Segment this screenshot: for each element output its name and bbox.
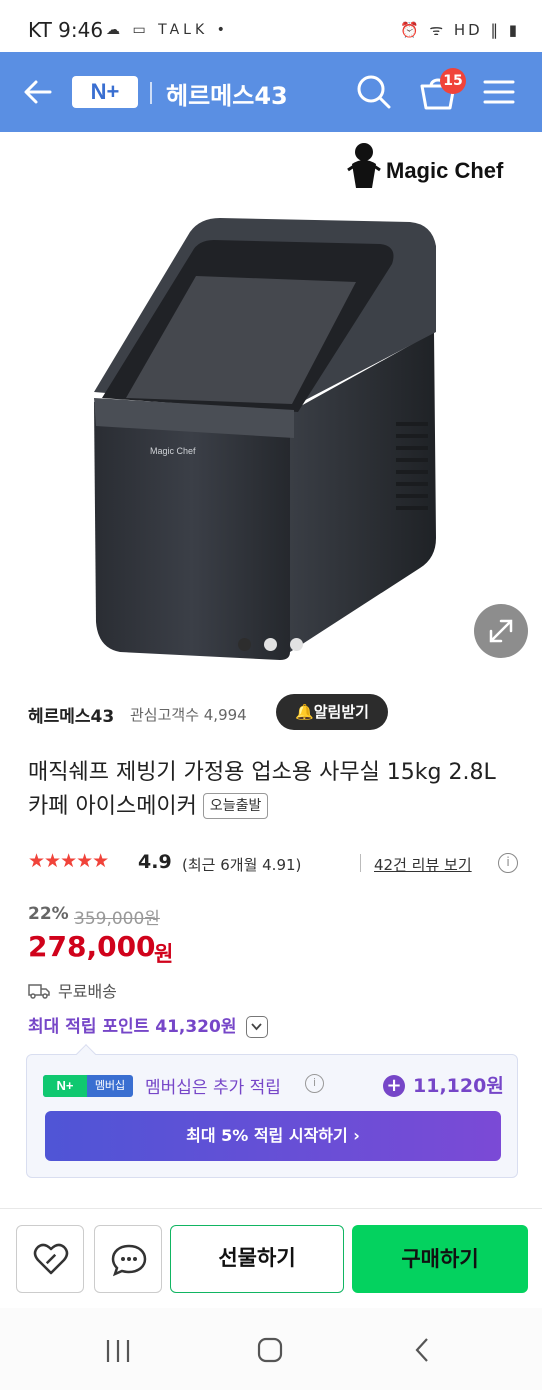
currency-unit: 원: [154, 942, 174, 966]
store-title[interactable]: 헤르메스43: [166, 76, 288, 111]
membership-badge: N+ 멤버십: [43, 1075, 133, 1097]
recent-apps-icon[interactable]: [104, 1338, 132, 1364]
magic-chef-brand-logo: Magic Chef: [347, 143, 504, 188]
system-navigation-bar: [0, 1308, 542, 1390]
truck-icon: [28, 984, 50, 999]
home-icon[interactable]: [256, 1336, 284, 1364]
discount-rate: 22%: [28, 904, 69, 924]
rating-separator: [360, 854, 361, 872]
alarm-button[interactable]: 🔔알림받기: [276, 694, 388, 730]
brand-logo-text: Magic Chef: [386, 158, 504, 183]
card-notch: [76, 1044, 96, 1064]
back-arrow-icon[interactable]: [20, 74, 56, 110]
plus-circle-icon: +: [383, 1075, 405, 1097]
membership-badge-logo: N+: [43, 1075, 87, 1097]
system-icons: ⏰ ᯤ HD ‖ ▮: [399, 21, 520, 39]
ice-maker-image: Magic Chef: [94, 218, 436, 660]
rating-row: ★★★★★ 4.9 (최근 6개월 4.91) 42건 리뷰 보기 i: [28, 848, 518, 878]
sale-price: 278,000: [28, 930, 156, 963]
seller-row: 헤르메스43 관심고객수 4,994 🔔알림받기: [28, 694, 518, 734]
info-icon[interactable]: i: [305, 1074, 324, 1093]
expand-image-button[interactable]: [474, 604, 528, 658]
purchase-action-bar: 선물하기 구매하기: [0, 1208, 542, 1308]
heart-icon: [33, 1243, 69, 1275]
max-points[interactable]: 최대 적립 포인트 41,320원: [28, 1012, 269, 1038]
interest-count: 관심고객수 4,994: [130, 706, 247, 724]
product-image-carousel[interactable]: Magic Chef Magic Chef: [0, 132, 542, 672]
bell-icon: 🔔: [295, 703, 314, 721]
review-link[interactable]: 42건 리뷰 보기: [374, 854, 472, 875]
recent-rating: (최근 6개월 4.91): [182, 856, 302, 874]
back-nav-icon[interactable]: [410, 1336, 434, 1364]
membership-bonus: 11,120원: [413, 1075, 504, 1097]
cart-count-badge: 15: [440, 68, 466, 94]
status-bar: KT 9:46 ☁ ▭ TALK • ⏰ ᯤ HD ‖ ▮: [0, 0, 542, 52]
wishlist-button[interactable]: [16, 1225, 84, 1293]
search-icon[interactable]: [354, 72, 394, 112]
expand-icon: [489, 619, 513, 643]
membership-card: N+ 멤버십 멤버십은 추가 적립 i + 11,120원 최대 5% 적립 시…: [26, 1044, 518, 1178]
shipping-label: 무료배송: [58, 982, 117, 1001]
membership-text: 멤버십은 추가 적립: [145, 1078, 281, 1098]
chat-bubble-icon: [111, 1244, 147, 1277]
carousel-dot[interactable]: [238, 638, 251, 651]
carousel-indicator: [238, 638, 318, 652]
menu-icon[interactable]: [482, 76, 516, 108]
app-header: N+ 헤르메스43 15: [0, 52, 542, 132]
max-points-label: 최대 적립 포인트 41,320원: [28, 1017, 237, 1037]
seller-name[interactable]: 헤르메스43: [28, 702, 114, 727]
alarm-label: 알림받기: [313, 703, 369, 721]
shipping-info: 무료배송: [28, 978, 117, 1002]
talk-button[interactable]: [94, 1225, 162, 1293]
device-brand-print: Magic Chef: [150, 446, 196, 456]
buy-button[interactable]: 구매하기: [352, 1225, 528, 1293]
rating-score: 4.9: [138, 851, 172, 873]
today-shipping-tag: 오늘출발: [202, 793, 269, 819]
product-title: 매직쉐프 제빙기 가정용 업소용 사무실 15kg 2.8L 카페 아이스메이커…: [28, 756, 518, 824]
gift-button[interactable]: 선물하기: [170, 1225, 344, 1293]
naver-plus-logo[interactable]: N+: [72, 76, 138, 108]
carrier-time: KT 9:46: [28, 18, 104, 42]
star-rating: ★★★★★: [28, 850, 109, 872]
carousel-dot[interactable]: [264, 638, 277, 651]
info-icon[interactable]: i: [498, 853, 518, 873]
carousel-dot[interactable]: [290, 638, 303, 651]
original-price: 359,000원: [74, 909, 160, 929]
membership-badge-label: 멤버십: [94, 1079, 126, 1092]
header-divider: [150, 82, 152, 104]
chevron-down-icon[interactable]: [246, 1016, 269, 1038]
start-membership-button[interactable]: 최대 5% 적립 시작하기 ›: [45, 1111, 501, 1161]
notification-icons: ☁ ▭ TALK •: [106, 22, 229, 38]
